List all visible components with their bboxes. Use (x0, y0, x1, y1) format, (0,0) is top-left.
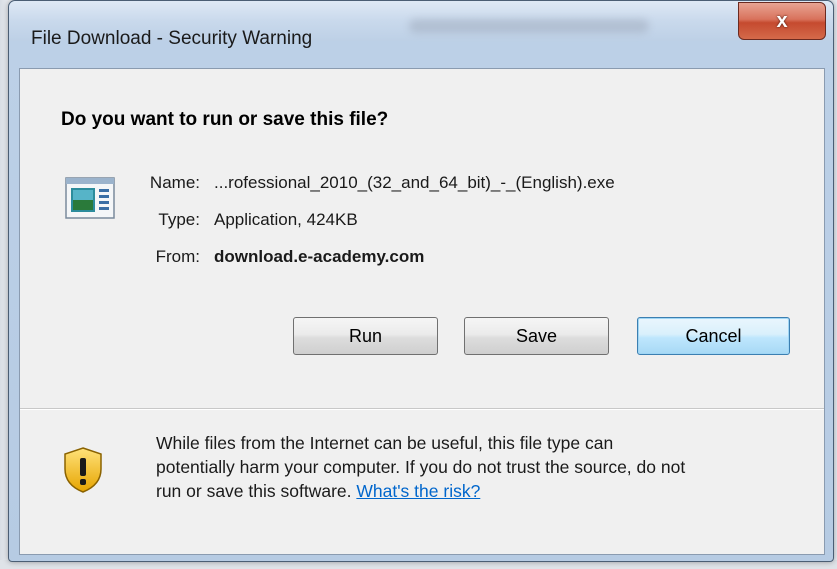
from-value: download.e-academy.com (214, 247, 425, 266)
type-label: Type: (158, 210, 200, 229)
run-button[interactable]: Run (293, 317, 438, 355)
from-label: From: (155, 247, 200, 266)
dialog-body: Do you want to run or save this file? Na… (19, 68, 825, 555)
close-icon: x (776, 9, 788, 32)
save-button[interactable]: Save (464, 317, 609, 355)
name-value: ...rofessional_2010_(32_and_64_bit)_-_(E… (214, 173, 615, 192)
security-warning-text: While files from the Internet can be use… (156, 431, 806, 503)
whats-the-risk-link[interactable]: What's the risk? (356, 481, 480, 501)
name-label: Name: (149, 173, 200, 192)
section-divider (20, 408, 824, 410)
title-bar-blur (409, 19, 649, 33)
warning-line-2: potentially harm your computer. If you d… (156, 457, 686, 477)
close-button[interactable]: x (738, 2, 826, 40)
cancel-button[interactable]: Cancel (637, 317, 790, 355)
window-title: File Download - Security Warning (31, 28, 313, 49)
type-value: Application, 424KB (214, 210, 358, 229)
warning-line-3-text: run or save this software. (156, 481, 357, 501)
warning-line-1: While files from the Internet can be use… (156, 433, 614, 453)
dialog-heading: Do you want to run or save this file? (61, 109, 389, 130)
application-window-icon (65, 177, 115, 219)
security-shield-warning-icon (64, 447, 102, 493)
security-warning-dialog: File Download - Security Warning x Do yo… (8, 0, 834, 562)
title-bar[interactable]: File Download - Security Warning x (9, 1, 833, 49)
warning-line-3: run or save this software. What's the ri… (156, 479, 806, 503)
